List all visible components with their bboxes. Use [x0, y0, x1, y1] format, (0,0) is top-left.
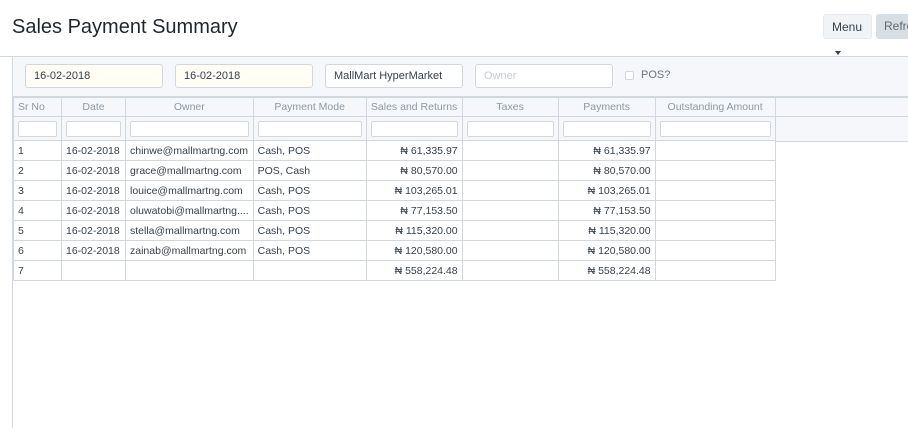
page-title: Sales Payment Summary [12, 16, 238, 38]
cell-sr-no[interactable]: 5 [13, 220, 62, 241]
cell-taxes[interactable] [461, 200, 559, 221]
cell-date[interactable]: 16-02-2018 [61, 220, 126, 241]
cell-outstanding-amount[interactable] [654, 180, 776, 201]
table-row[interactable]: 1 16-02-2018 chinwe@mallmartng.com Cash, PO… [13, 140, 776, 161]
header-extension [766, 97, 908, 142]
cell-date[interactable]: 16-02-2018 [61, 200, 126, 221]
cell-outstanding-amount[interactable] [654, 220, 776, 241]
date-filter-input[interactable] [66, 120, 121, 137]
table-row[interactable]: 3 16-02-2018 louice@mallmartng.com Cash, PO… [13, 180, 776, 201]
page-header: Sales Payment Summary Menu Refre [0, 0, 908, 57]
cell-date[interactable]: 16-02-2018 [61, 160, 126, 181]
cell-date[interactable]: 16-02-2018 [61, 240, 126, 261]
cell-sales-and-returns[interactable]: ₦ 115,320.00 [365, 220, 463, 241]
cell-taxes[interactable] [461, 160, 559, 181]
company-field[interactable]: MallMart HyperMarket [325, 64, 463, 88]
table-row[interactable]: 5 16-02-2018 stella@mallmartng.com Cash, PO… [13, 220, 776, 241]
cell-sr-no[interactable]: 7 [13, 260, 62, 281]
sales-and-returns-filter-input[interactable] [370, 120, 458, 137]
cell-payments[interactable]: ₦ 61,335.97 [557, 140, 656, 161]
cell-payment-mode[interactable]: Cash, POS [252, 180, 367, 201]
cell-payments[interactable]: ₦ 120,580.00 [557, 240, 656, 261]
cell-sr-no[interactable]: 1 [13, 140, 62, 161]
cell-date[interactable]: 16-02-2018 [61, 180, 126, 201]
cell-outstanding-amount[interactable] [654, 140, 776, 161]
cell-taxes[interactable] [461, 240, 559, 261]
table-row[interactable]: 6 16-02-2018 zainab@mallmartng.com Cash, PO… [13, 240, 776, 261]
table-body: 1 16-02-2018 chinwe@mallmartng.com Cash, PO… [13, 140, 776, 281]
menu-button[interactable]: Menu [823, 14, 872, 55]
taxes-filter-input[interactable] [466, 120, 554, 137]
column-filter-row [13, 116, 776, 141]
cell-outstanding-amount[interactable] [654, 200, 776, 221]
cell-outstanding-amount[interactable] [654, 240, 776, 261]
cell-owner[interactable]: stella@mallmartng.com [125, 220, 254, 241]
cell-outstanding-amount[interactable] [654, 260, 776, 281]
cell-payment-mode[interactable]: Cash, POS [252, 240, 367, 261]
cell-sales-and-returns[interactable]: ₦ 61,335.97 [365, 140, 463, 161]
cell-taxes[interactable] [461, 220, 559, 241]
cell-payments[interactable]: ₦ 77,153.50 [557, 200, 656, 221]
cell-date[interactable] [61, 260, 126, 281]
cell-payment-mode[interactable] [252, 260, 367, 281]
payments-filter-input[interactable] [562, 120, 651, 137]
column-header-payments[interactable]: Payments [557, 97, 656, 117]
filter-bar: 16-02-2018 16-02-2018 MallMart HyperMark… [13, 57, 908, 97]
cell-sales-and-returns[interactable]: ₦ 77,153.50 [365, 200, 463, 221]
table-row[interactable]: 7 ₦ 558,224.48 ₦ 558,224.48 [13, 260, 776, 281]
cell-payments[interactable]: ₦ 115,320.00 [557, 220, 656, 241]
pos-label: POS? [641, 69, 671, 81]
owner-filter-input[interactable] [130, 120, 249, 137]
cell-payments[interactable]: ₦ 558,224.48 [557, 260, 656, 281]
cell-owner[interactable]: grace@mallmartng.com [125, 160, 254, 181]
cell-sales-and-returns[interactable]: ₦ 103,265.01 [365, 180, 463, 201]
cell-sales-and-returns[interactable]: ₦ 120,580.00 [365, 240, 463, 261]
cell-date[interactable]: 16-02-2018 [61, 140, 126, 161]
refresh-button[interactable]: Refre [876, 14, 908, 39]
cell-sales-and-returns[interactable]: ₦ 80,570.00 [365, 160, 463, 181]
outstanding-amount-filter-input[interactable] [659, 120, 771, 137]
cell-owner[interactable]: oluwatobi@mallmartng.... [125, 200, 254, 221]
table-row[interactable]: 2 16-02-2018 grace@mallmartng.com POS, Cash… [13, 160, 776, 181]
sr-no-filter-input[interactable] [18, 120, 57, 137]
column-header-sales-and-returns[interactable]: Sales and Returns [365, 97, 463, 117]
cell-payment-mode[interactable]: Cash, POS [252, 220, 367, 241]
column-header-taxes[interactable]: Taxes [461, 97, 559, 117]
pos-checkbox[interactable] [625, 71, 634, 80]
to-date-field[interactable]: 16-02-2018 [175, 64, 313, 88]
cell-owner[interactable]: zainab@mallmartng.com [125, 240, 254, 261]
cell-taxes[interactable] [461, 180, 559, 201]
cell-outstanding-amount[interactable] [654, 160, 776, 181]
cell-payment-mode[interactable]: Cash, POS [252, 200, 367, 221]
column-header-date[interactable]: Date [61, 97, 126, 117]
cell-owner[interactable]: chinwe@mallmartng.com [125, 140, 254, 161]
cell-sr-no[interactable]: 6 [13, 240, 62, 261]
column-header-owner[interactable]: Owner [125, 97, 254, 117]
report-table: Sr No Date Owner Payment Mode Sales and … [13, 97, 776, 281]
cell-payments[interactable]: ₦ 80,570.00 [557, 160, 656, 181]
table-header-row: Sr No Date Owner Payment Mode Sales and … [13, 97, 776, 117]
cell-payment-mode[interactable]: POS, Cash [252, 160, 367, 181]
cell-sr-no[interactable]: 4 [13, 200, 62, 221]
table-row[interactable]: 4 16-02-2018 oluwatobi@mallmartng.... Cash,… [13, 200, 776, 221]
cell-taxes[interactable] [461, 260, 559, 281]
cell-sr-no[interactable]: 2 [13, 160, 62, 181]
column-header-outstanding-amount[interactable]: Outstanding Amount [654, 97, 776, 117]
cell-sr-no[interactable]: 3 [13, 180, 62, 201]
cell-taxes[interactable] [461, 140, 559, 161]
from-date-field[interactable]: 16-02-2018 [25, 64, 163, 88]
cell-owner[interactable]: louice@mallmartng.com [125, 180, 254, 201]
cell-payments[interactable]: ₦ 103,265.01 [557, 180, 656, 201]
column-header-sr-no[interactable]: Sr No [13, 97, 62, 117]
menu-button-label: Menu [832, 20, 863, 34]
caret-down-icon [835, 50, 841, 55]
cell-owner[interactable] [125, 260, 254, 281]
header-extension-divider [766, 116, 908, 117]
cell-sales-and-returns[interactable]: ₦ 558,224.48 [365, 260, 463, 281]
payment-mode-filter-input[interactable] [257, 120, 362, 137]
owner-field[interactable]: Owner [475, 64, 613, 88]
cell-payment-mode[interactable]: Cash, POS [252, 140, 367, 161]
column-header-payment-mode[interactable]: Payment Mode [252, 97, 367, 117]
